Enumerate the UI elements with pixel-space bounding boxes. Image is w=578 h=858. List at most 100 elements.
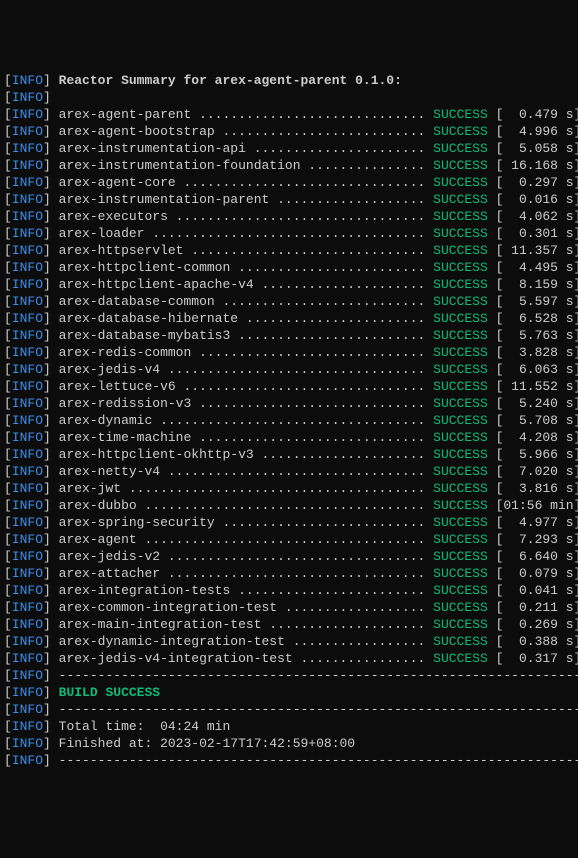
build-time: [ 0.079 s] (496, 566, 578, 581)
module-row: [INFO] arex-loader .....................… (4, 225, 574, 242)
build-status: SUCCESS (433, 107, 488, 122)
build-time: [ 6.063 s] (496, 362, 578, 377)
build-status: SUCCESS (433, 124, 488, 139)
module-name: arex-agent-core ........................… (59, 175, 426, 190)
module-name: arex-dynamic ...........................… (59, 413, 426, 428)
module-row: [INFO] arex-time-machine ...............… (4, 429, 574, 446)
build-status: SUCCESS (433, 413, 488, 428)
module-row: [INFO] arex-instrumentation-parent .....… (4, 191, 574, 208)
module-name: arex-jedis-v4-integration-test .........… (59, 651, 426, 666)
build-status: SUCCESS (433, 583, 488, 598)
module-name: arex-agent-bootstrap ...................… (59, 124, 426, 139)
module-name: arex-httpclient-common .................… (59, 260, 426, 275)
module-name: arex-httpclient-okhttp-v3 ..............… (59, 447, 426, 462)
module-name: arex-database-mybatis3 .................… (59, 328, 426, 343)
module-row: [INFO] arex-integration-tests ..........… (4, 582, 574, 599)
build-time: [ 5.966 s] (496, 447, 578, 462)
module-name: arex-database-hibernate ................… (59, 311, 426, 326)
build-success: BUILD SUCCESS (59, 685, 160, 700)
module-name: arex-spring-security ...................… (59, 515, 426, 530)
build-status: SUCCESS (433, 515, 488, 530)
module-name: arex-instrumentation-foundation ........… (59, 158, 426, 173)
module-name: arex-netty-v4 ..........................… (59, 464, 426, 479)
console-output: [INFO] Reactor Summary for arex-agent-pa… (4, 72, 574, 769)
build-time: [ 3.816 s] (496, 481, 578, 496)
build-status: SUCCESS (433, 260, 488, 275)
module-name: arex-redis-common ......................… (59, 345, 426, 360)
module-name: arex-instrumentation-api ...............… (59, 141, 426, 156)
module-row: [INFO] arex-database-mybatis3 ..........… (4, 327, 574, 344)
build-status: SUCCESS (433, 379, 488, 394)
build-time: [ 8.159 s] (496, 277, 578, 292)
build-status: SUCCESS (433, 447, 488, 462)
build-status: SUCCESS (433, 549, 488, 564)
module-row: [INFO] arex-database-hibernate .........… (4, 310, 574, 327)
module-row: [INFO] arex-dubbo ......................… (4, 497, 574, 514)
build-status: SUCCESS (433, 158, 488, 173)
build-time: [ 0.317 s] (496, 651, 578, 666)
module-row: [INFO] arex-lettuce-v6 .................… (4, 378, 574, 395)
build-time: [01:56 min] (496, 498, 578, 513)
module-row: [INFO] arex-database-common ............… (4, 293, 574, 310)
build-time: [ 5.597 s] (496, 294, 578, 309)
build-time: [ 0.297 s] (496, 175, 578, 190)
separator: ----------------------------------------… (59, 702, 578, 717)
module-row: [INFO] arex-redission-v3 ...............… (4, 395, 574, 412)
build-time: [ 0.211 s] (496, 600, 578, 615)
build-time: [ 4.062 s] (496, 209, 578, 224)
log-line: [INFO] ---------------------------------… (4, 752, 574, 769)
module-name: arex-instrumentation-parent ............… (59, 192, 426, 207)
log-line: [INFO] ---------------------------------… (4, 667, 574, 684)
build-time: [ 0.479 s] (496, 107, 578, 122)
build-status: SUCCESS (433, 328, 488, 343)
module-row: [INFO] arex-agent-parent ...............… (4, 106, 574, 123)
build-status: SUCCESS (433, 651, 488, 666)
build-status: SUCCESS (433, 192, 488, 207)
build-status: SUCCESS (433, 481, 488, 496)
build-time: [ 11.357 s] (496, 243, 578, 258)
build-status: SUCCESS (433, 498, 488, 513)
build-status: SUCCESS (433, 634, 488, 649)
build-status: SUCCESS (433, 430, 488, 445)
build-status: SUCCESS (433, 566, 488, 581)
module-row: [INFO] arex-common-integration-test ....… (4, 599, 574, 616)
log-line: [INFO] BUILD SUCCESS (4, 684, 574, 701)
build-time: [ 4.495 s] (496, 260, 578, 275)
module-row: [INFO] arex-instrumentation-api ........… (4, 140, 574, 157)
finished-at: Finished at: 2023-02-17T17:42:59+08:00 (59, 736, 355, 751)
module-row: [INFO] arex-instrumentation-foundation .… (4, 157, 574, 174)
build-time: [ 4.208 s] (496, 430, 578, 445)
build-time: [ 11.552 s] (496, 379, 578, 394)
module-name: arex-httpservlet .......................… (59, 243, 426, 258)
build-status: SUCCESS (433, 175, 488, 190)
module-name: arex-database-common ...................… (59, 294, 426, 309)
build-status: SUCCESS (433, 362, 488, 377)
module-name: arex-time-machine ......................… (59, 430, 426, 445)
build-time: [ 5.708 s] (496, 413, 578, 428)
module-name: arex-dubbo .............................… (59, 498, 426, 513)
module-row: [INFO] arex-jedis-v4 ...................… (4, 361, 574, 378)
build-time: [ 5.058 s] (496, 141, 578, 156)
module-name: arex-dynamic-integration-test ..........… (59, 634, 426, 649)
build-status: SUCCESS (433, 396, 488, 411)
build-time: [ 4.996 s] (496, 124, 578, 139)
build-time: [ 7.020 s] (496, 464, 578, 479)
build-time: [ 7.293 s] (496, 532, 578, 547)
log-line: [INFO] Total time: 04:24 min (4, 718, 574, 735)
module-row: [INFO] arex-jedis-v2 ...................… (4, 548, 574, 565)
module-row: [INFO] arex-dynamic ....................… (4, 412, 574, 429)
build-time: [ 16.168 s] (496, 158, 578, 173)
module-name: arex-redission-v3 ......................… (59, 396, 426, 411)
build-time: [ 0.269 s] (496, 617, 578, 632)
build-status: SUCCESS (433, 243, 488, 258)
module-name: arex-integration-tests .................… (59, 583, 426, 598)
build-time: [ 6.640 s] (496, 549, 578, 564)
build-status: SUCCESS (433, 141, 488, 156)
module-name: arex-common-integration-test ...........… (59, 600, 426, 615)
module-row: [INFO] arex-agent-bootstrap ............… (4, 123, 574, 140)
build-time: [ 0.301 s] (496, 226, 578, 241)
build-status: SUCCESS (433, 277, 488, 292)
build-status: SUCCESS (433, 532, 488, 547)
module-name: arex-main-integration-test .............… (59, 617, 426, 632)
module-name: arex-jedis-v2 ..........................… (59, 549, 426, 564)
